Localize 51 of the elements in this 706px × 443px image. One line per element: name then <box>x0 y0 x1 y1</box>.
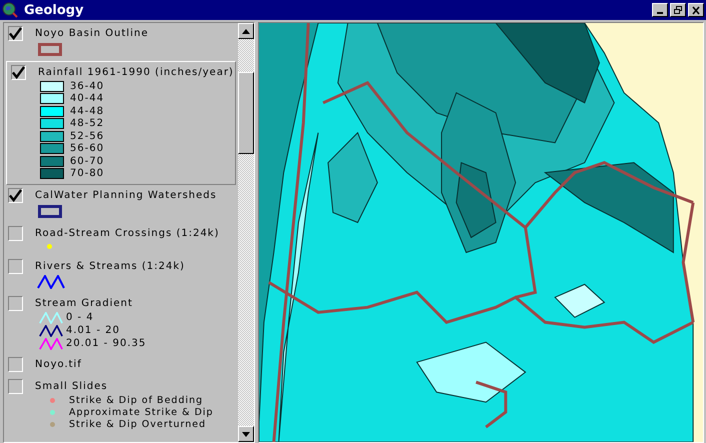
scrollbar-thumb[interactable] <box>238 72 254 154</box>
layer-panel[interactable]: Noyo Basin Outline <box>4 23 238 61</box>
layer-name: Noyo Basin Outline <box>35 28 148 38</box>
up-arrow-icon <box>242 28 250 34</box>
close-button[interactable] <box>688 3 704 17</box>
layer-name: Small Slides <box>35 380 108 392</box>
window-title: Geology <box>24 2 85 18</box>
layer-panel[interactable]: Rivers & Streams (1:24k) <box>4 256 238 293</box>
class-label: 48-52 <box>70 118 104 130</box>
checkbox[interactable] <box>11 64 26 80</box>
class-label: Strike & Dip of Bedding <box>69 394 204 406</box>
class-label: 60-70 <box>70 156 104 167</box>
layer-panel[interactable]: Road-Stream Crossings (1:24k) <box>4 223 238 256</box>
class-label: 36-40 <box>70 80 104 92</box>
layer-name: Road-Stream Crossings (1:24k) <box>35 228 220 238</box>
down-arrow-icon <box>242 432 250 436</box>
class-label: 44-48 <box>70 106 104 117</box>
layer-panel[interactable]: Small Slides Strike & Dip of Bedding Approximate Strike & Dip Strike & Dip Overturned <box>4 376 238 434</box>
checkbox[interactable] <box>8 258 23 274</box>
checkbox[interactable] <box>8 26 23 40</box>
restore-icon <box>673 6 683 14</box>
class-label: 0 - 4 <box>66 312 94 323</box>
scroll-down-button[interactable] <box>238 426 254 442</box>
layer-name: Rainfall 1961-1990 (inches/year) <box>38 66 234 78</box>
layer-name: CalWater Planning Watersheds <box>35 190 217 200</box>
checkbox[interactable] <box>8 188 23 202</box>
layer-name: Rivers & Streams (1:24k) <box>35 260 185 272</box>
checkbox[interactable] <box>8 356 23 372</box>
class-label: Approximate Strike & Dip <box>69 406 214 418</box>
class-label: 70-80 <box>70 168 104 180</box>
close-icon <box>691 6 701 14</box>
checkbox[interactable] <box>8 378 23 394</box>
globe-icon <box>2 2 18 18</box>
class-label: 20.01 - 90.35 <box>66 338 146 349</box>
layer-name: Noyo.tif <box>35 358 82 370</box>
class-label: 52-56 <box>70 130 104 142</box>
class-label: Strike & Dip Overturned <box>69 418 206 430</box>
layer-panel[interactable]: Stream Gradient 0 - 4 4.01 - 20 20.01 - 90.35 <box>4 293 238 354</box>
selected-layer-panel[interactable]: Rainfall 1961-1990 (inches/year) 36-40 40-44 44-48 48-52 52-56 56-60 60-70 70-80 <box>6 61 236 185</box>
checkbox[interactable] <box>8 226 23 240</box>
layer-panel[interactable]: CalWater Planning Watersheds <box>4 185 238 223</box>
scroll-up-button[interactable] <box>238 23 254 39</box>
layer-name: Stream Gradient <box>35 298 133 308</box>
class-label: 40-44 <box>70 93 104 104</box>
minimize-button[interactable] <box>652 3 668 17</box>
restore-button[interactable] <box>670 3 686 17</box>
class-label: 56-60 <box>70 143 104 154</box>
checkbox[interactable] <box>8 296 23 310</box>
class-label: 4.01 - 20 <box>66 325 120 336</box>
layer-panel[interactable]: Noyo.tif <box>4 354 238 376</box>
minimize-icon <box>657 12 663 14</box>
